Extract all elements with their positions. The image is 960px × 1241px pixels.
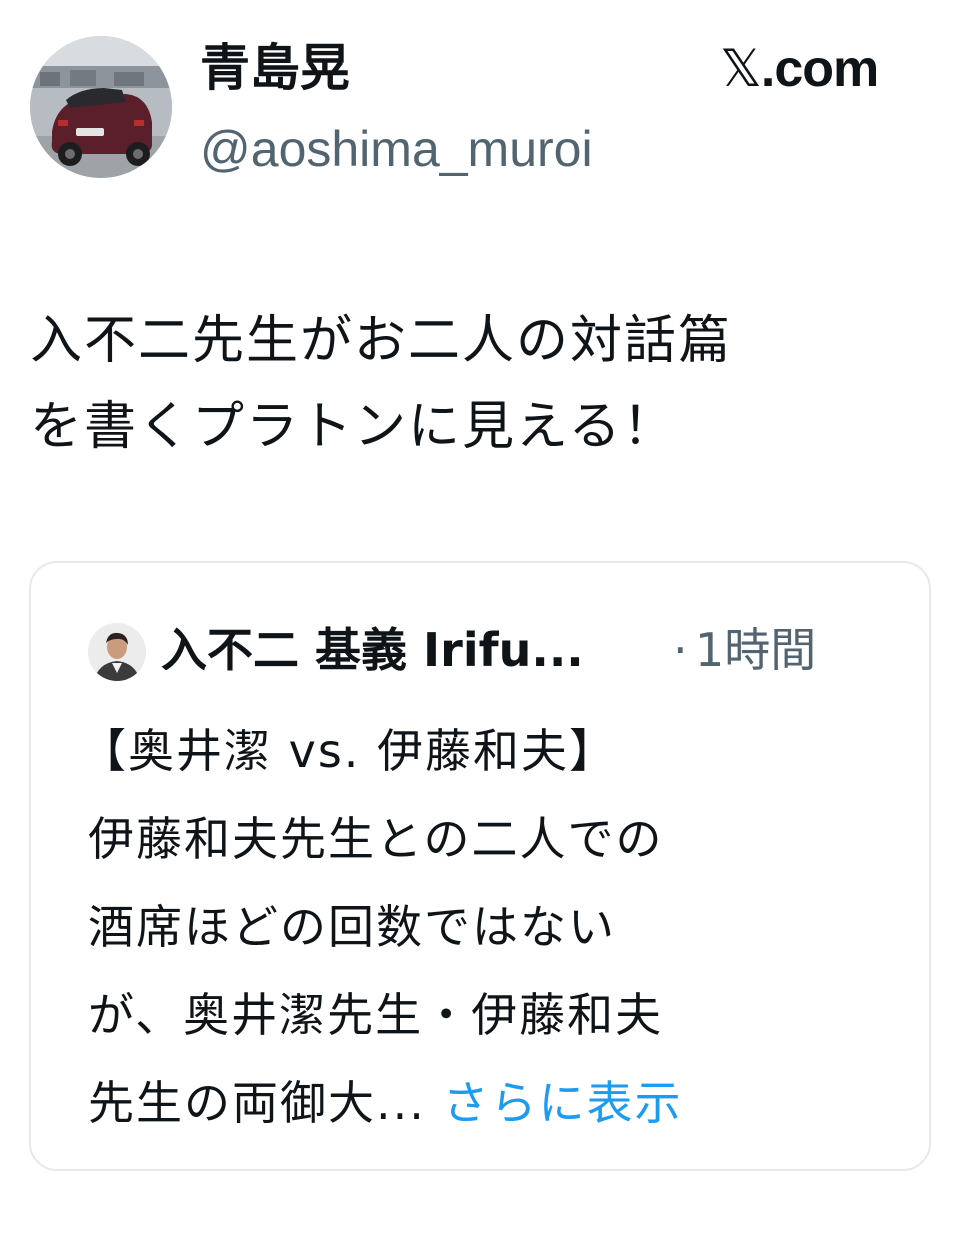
quoted-text-line: 酒席ほどの回数ではない (88, 900, 616, 954)
quoted-text-line: 【奥井潔 vs. 伊藤和夫】 (80, 724, 618, 778)
tweet-text: 入不二先生がお二人の対話篇 を書くプラトンに見える！ (30, 311, 733, 457)
quoted-tweet-text: 【奥井潔 vs. 伊藤和夫】 伊藤和夫先生との二人での 酒席ほどの回数ではない … (80, 707, 908, 1147)
brand-domain: .com (760, 40, 879, 98)
quoted-tweet-card[interactable]: 入不二 基義 Irifu... · 1時間 【奥井潔 vs. 伊藤和夫】 伊藤和… (29, 561, 931, 1171)
quoted-author-name[interactable]: 入不二 基義 Irifu... (161, 615, 584, 685)
x-logo-icon: 𝕏 (720, 39, 762, 99)
author-display-name[interactable]: 青島晃 (200, 36, 350, 100)
quoted-text-line-last: 先生の両御大... さらに表示 (88, 1059, 908, 1147)
quoted-author-avatar[interactable] (88, 623, 146, 681)
quoted-timestamp[interactable]: 1時間 (695, 615, 816, 685)
person-portrait-icon (88, 623, 146, 681)
author-handle[interactable]: @aoshima_muroi (200, 118, 593, 180)
quoted-text-truncated: 先生の両御大... (88, 1076, 426, 1130)
quoted-text-line: が、奥井潔先生・伊藤和夫 (88, 988, 664, 1042)
quoted-separator: · (673, 623, 688, 677)
car-photo-icon (30, 36, 172, 178)
show-more-link[interactable]: さらに表示 (443, 1076, 683, 1130)
x-brand-logo: 𝕏.com (720, 36, 879, 102)
quoted-text-line: 伊藤和夫先生との二人での (88, 812, 664, 866)
author-avatar[interactable] (30, 36, 172, 178)
tweet-header: 青島晃 @aoshima_muroi 𝕏.com (0, 0, 960, 200)
